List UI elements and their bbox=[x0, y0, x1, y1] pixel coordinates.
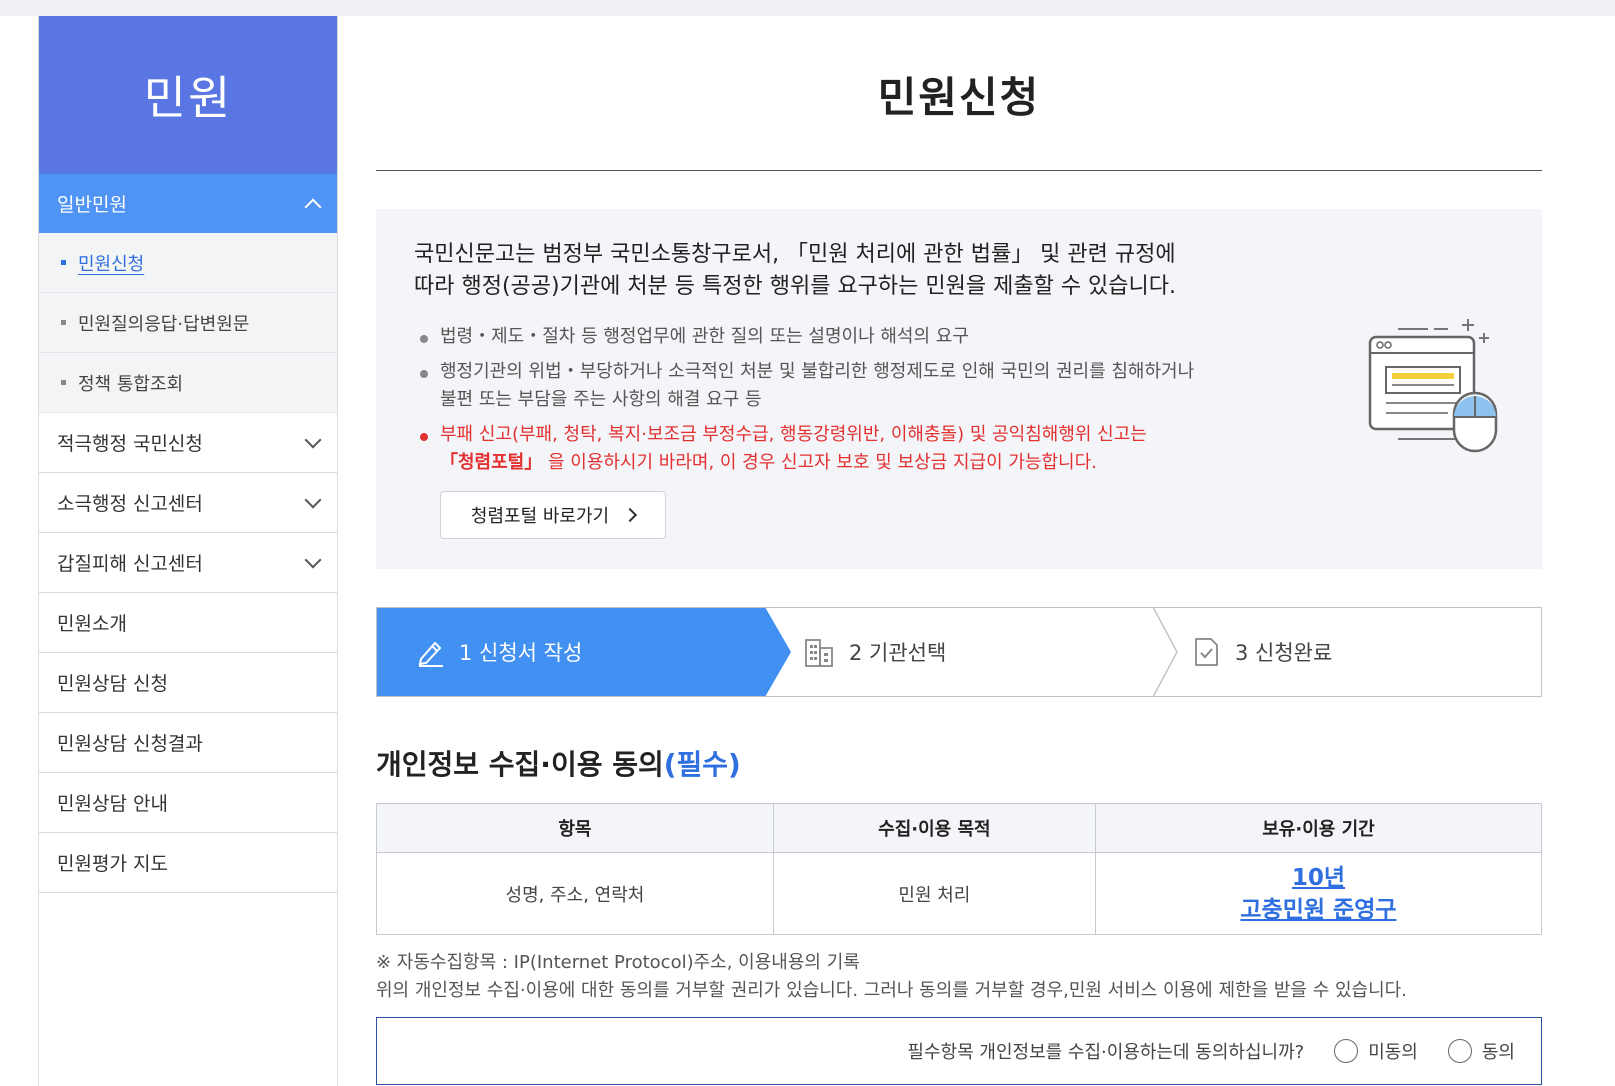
sidebar-item-label: 적극행정 국민신청 bbox=[57, 433, 203, 455]
consent-table: 항목 수집·이용 목적 보유·이용 기간 성명, 주소, 연락처 민원 처리 1… bbox=[376, 803, 1543, 935]
period-text: 고충민원 준영구 bbox=[1240, 896, 1397, 923]
sidebar-item-label: 민원소개 bbox=[57, 613, 127, 635]
info-box: 국민신문고는 범정부 국민소통창구로서, 「민원 처리에 관한 법률」 및 관련… bbox=[376, 209, 1542, 569]
sidebar-item-label: 민원상담 신청 bbox=[57, 673, 168, 695]
consent-agree-box: 필수항목 개인정보를 수집·이용하는데 동의하십니까? 미동의 동의 bbox=[376, 1017, 1542, 1085]
table-cell-period: 10년 고충민원 준영구 bbox=[1094, 852, 1543, 935]
sidebar-item-label: 민원평가 지도 bbox=[57, 853, 168, 875]
sidebar-item-counsel-result[interactable]: 민원상담 신청결과 bbox=[39, 713, 337, 773]
sidebar-item-intro[interactable]: 민원소개 bbox=[39, 593, 337, 653]
pencil-icon bbox=[418, 641, 443, 667]
radio-circle[interactable] bbox=[1334, 1039, 1359, 1063]
sidebar-subitem-policy[interactable]: 정책 통합조회 bbox=[39, 353, 337, 413]
chevron-up-icon bbox=[304, 198, 322, 215]
info-intro-line: 국민신문고는 범정부 국민소통창구로서, 「민원 처리에 관한 법률」 및 관련… bbox=[414, 242, 1176, 267]
radio-agree[interactable]: 동의 bbox=[1447, 1038, 1515, 1064]
sidebar-item-label: 갑질피해 신고센터 bbox=[57, 553, 203, 575]
required-label: (필수) bbox=[663, 748, 741, 781]
go-portal-button[interactable]: 청렴포털 바로가기 bbox=[440, 491, 666, 539]
page-title: 민원신청 bbox=[877, 73, 1041, 122]
radio-disagree[interactable]: 미동의 bbox=[1334, 1038, 1418, 1064]
radio-label: 동의 bbox=[1481, 1042, 1515, 1063]
sidebar-item-label: 일반민원 bbox=[57, 194, 127, 216]
consent-question: 필수항목 개인정보를 수집·이용하는데 동의하십니까? bbox=[907, 1042, 1305, 1063]
step-arrow bbox=[1153, 607, 1178, 697]
info-bullet-text: 법령・제도・절차 등 행정업무에 관한 질의 또는 설명이나 해석의 요구 bbox=[440, 326, 969, 347]
info-bullet-text: 행정기관의 위법・부당하거나 소극적인 처분 및 불합리한 행정제도로 인해 국… bbox=[440, 361, 1195, 382]
sidebar-item-active-admin[interactable]: 적극행정 국민신청 bbox=[39, 413, 337, 473]
info-bullet-text: 부패 신고(부패, 청탁, 복지·보조금 부정수급, 행동강령위반, 이해충돌)… bbox=[440, 424, 1147, 445]
document-check-icon bbox=[1195, 638, 1218, 666]
bullet-icon bbox=[61, 320, 66, 325]
table-header: 수집·이용 목적 bbox=[772, 803, 1096, 853]
info-bullet: 법령・제도・절차 등 행정업무에 관한 질의 또는 설명이나 해석의 요구 bbox=[414, 323, 1504, 351]
main-content: 민원신청 국민신문고는 범정부 국민소통창구로서, 「민원 처리에 관한 법률」… bbox=[376, 16, 1543, 1085]
sidebar-title: 민원 bbox=[39, 16, 337, 173]
divider bbox=[376, 170, 1542, 171]
info-bullet-warning: 부패 신고(부패, 청탁, 복지·보조금 부정수급, 행동강령위반, 이해충돌)… bbox=[414, 421, 1504, 477]
info-intro: 국민신문고는 범정부 국민소통창구로서, 「민원 처리에 관한 법률」 및 관련… bbox=[414, 239, 1504, 303]
sidebar-item-label: 소극행정 신고센터 bbox=[57, 493, 203, 515]
step-indicator: 1 신청서 작성 2 기관선택 3 신청완료 bbox=[376, 607, 1542, 697]
note-line: 위의 개인정보 수집·이용에 대한 동의를 거부할 권리가 있습니다. 그러나 … bbox=[376, 980, 1407, 1001]
chevron-down-icon bbox=[304, 491, 322, 508]
info-bullet: 행정기관의 위법・부당하거나 소극적인 처분 및 불합리한 행정제도로 인해 국… bbox=[414, 358, 1504, 414]
go-portal-label: 청렴포털 바로가기 bbox=[470, 506, 610, 527]
consent-title: 개인정보 수집·이용 동의(필수) bbox=[376, 743, 1542, 783]
chevron-right-icon bbox=[623, 507, 638, 523]
table-header-row: 항목 수집·이용 목적 보유·이용 기간 bbox=[376, 803, 1543, 853]
sidebar: 민원 일반민원 민원신청 민원질의응답·답변원문 정책 통합조회 적극행정 국민… bbox=[38, 16, 338, 1086]
radio-circle[interactable] bbox=[1447, 1039, 1472, 1063]
sidebar-subitem-label: 정책 통합조회 bbox=[78, 373, 184, 395]
consent-note: ※ 자동수집항목 : IP(Internet Protocol)주소, 이용내용… bbox=[376, 949, 1542, 1005]
bullet-icon bbox=[61, 380, 66, 385]
portal-name: 「청렴포털」 bbox=[440, 452, 543, 473]
table-row: 성명, 주소, 연락처 민원 처리 10년 고충민원 준영구 bbox=[376, 852, 1543, 935]
sidebar-subitem-label: 민원신청 bbox=[78, 253, 145, 275]
sidebar-item-label: 민원상담 안내 bbox=[57, 793, 168, 815]
chevron-down-icon bbox=[304, 431, 322, 448]
step-label: 1 신청서 작성 bbox=[459, 641, 583, 665]
info-list: 법령・제도・절차 등 행정업무에 관한 질의 또는 설명이나 해석의 요구 행정… bbox=[414, 323, 1504, 477]
document-mouse-illustration-icon bbox=[1368, 319, 1498, 453]
period-text: 10년 bbox=[1291, 864, 1346, 891]
sidebar-subitem-apply[interactable]: 민원신청 bbox=[39, 233, 337, 293]
info-bullet-text: 을 이용하시기 바라며, 이 경우 신고자 보호 및 보상금 지급이 가능합니다… bbox=[542, 452, 1097, 473]
sidebar-item-gapjil[interactable]: 갑질피해 신고센터 bbox=[39, 533, 337, 593]
bullet-icon bbox=[61, 260, 66, 265]
consent-title-text: 개인정보 수집·이용 동의 bbox=[376, 748, 664, 781]
note-line: ※ 자동수집항목 : IP(Internet Protocol)주소, 이용내용… bbox=[376, 952, 860, 973]
sidebar-subitem-label: 민원질의응답·답변원문 bbox=[78, 313, 250, 335]
step-1: 1 신청서 작성 bbox=[377, 607, 791, 697]
table-header: 보유·이용 기간 bbox=[1094, 803, 1543, 853]
sidebar-item-eval-map[interactable]: 민원평가 지도 bbox=[39, 833, 337, 893]
sidebar-subitem-qna[interactable]: 민원질의응답·답변원문 bbox=[39, 293, 337, 353]
table-header: 항목 bbox=[376, 803, 774, 853]
table-cell-item: 성명, 주소, 연락처 bbox=[376, 852, 774, 935]
info-bullet-text: 불편 또는 부담을 주는 사항의 해결 요구 등 bbox=[440, 389, 762, 410]
sidebar-item-counsel-apply[interactable]: 민원상담 신청 bbox=[39, 653, 337, 713]
sidebar-item-general-complaint[interactable]: 일반민원 bbox=[39, 173, 337, 233]
sidebar-item-label: 민원상담 신청결과 bbox=[57, 733, 203, 755]
info-intro-line: 따라 행정(공공)기관에 처분 등 특정한 행위를 요구하는 민원을 제출할 수… bbox=[414, 274, 1177, 299]
step-2: 2 기관선택 bbox=[765, 607, 1178, 697]
building-icon bbox=[805, 639, 833, 667]
top-strip bbox=[0, 0, 1615, 16]
chevron-down-icon bbox=[304, 551, 322, 568]
radio-label: 미동의 bbox=[1368, 1042, 1418, 1063]
step-label: 2 기관선택 bbox=[849, 641, 947, 665]
step-3: 3 신청완료 bbox=[1153, 608, 1541, 696]
table-cell-purpose: 민원 처리 bbox=[772, 852, 1096, 935]
step-label: 3 신청완료 bbox=[1235, 641, 1333, 665]
sidebar-item-passive-admin[interactable]: 소극행정 신고센터 bbox=[39, 473, 337, 533]
sidebar-item-counsel-guide[interactable]: 민원상담 안내 bbox=[39, 773, 337, 833]
step-arrow bbox=[765, 607, 791, 697]
